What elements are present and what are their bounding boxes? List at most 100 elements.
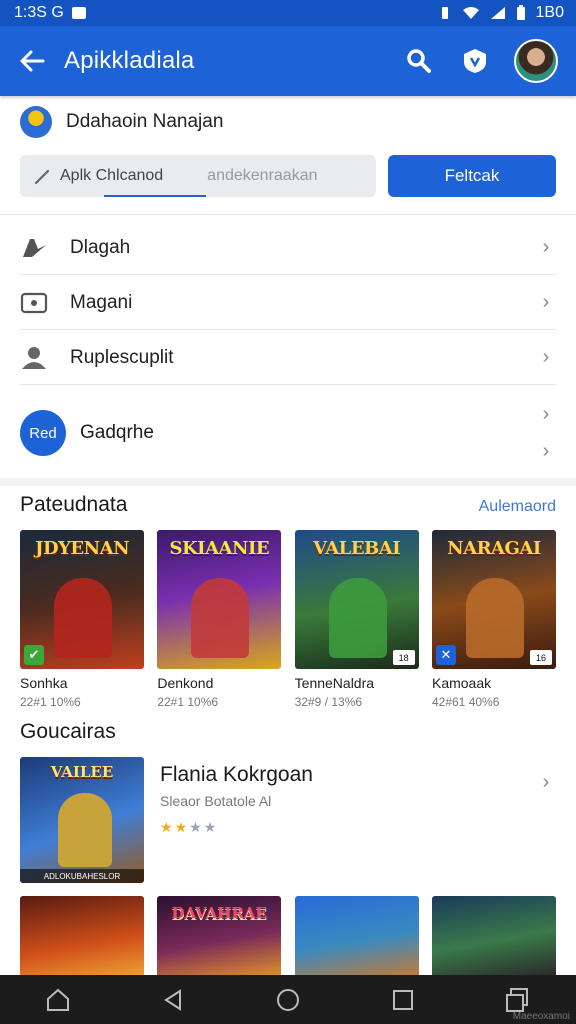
game-hero <box>54 578 112 658</box>
game-cover: SKIAANIE <box>157 530 282 669</box>
home-circle-button[interactable] <box>264 980 312 1020</box>
game-name: Kamoaak <box>431 675 492 691</box>
menu-item-label: Ruplescuplit <box>70 346 174 368</box>
menu-item-magani[interactable]: Magani › <box>20 276 556 330</box>
game-cover[interactable] <box>294 896 419 976</box>
fetch-button[interactable]: Feltcak <box>388 155 556 197</box>
section-title: Pateudnata <box>20 493 128 516</box>
game-cover-title: SKIAANIE <box>169 538 270 559</box>
featured-game-row[interactable]: VAILEE ADLOKUBAHESLOR Flania Kokrgoan Sl… <box>20 757 556 883</box>
game-hero <box>465 578 524 658</box>
check-icon: ✔ <box>24 645 44 665</box>
game-name: Sonhka <box>20 675 68 691</box>
featured-game-title: Flania Kokrgoan <box>160 763 313 786</box>
menu-item-label: Dlagah <box>70 236 131 258</box>
gadget-label: Gadqrhe <box>80 422 154 443</box>
user-group-icon <box>20 345 56 371</box>
notification-icon <box>71 7 86 19</box>
search-row: Aplk Chlcanod andekenraakan Feltcak <box>20 155 556 197</box>
home-button[interactable] <box>34 980 82 1020</box>
game-card[interactable]: NARAGAI ✕ 16 Kamoaak 42#61 40%6 <box>431 530 556 709</box>
featured-game-cover: VAILEE ADLOKUBAHESLOR <box>20 757 144 883</box>
game-cover: VALEBAI 18 <box>294 530 419 669</box>
search-input[interactable]: Aplk Chlcanod andekenraakan <box>20 155 376 197</box>
star-icon: ★ <box>203 819 217 835</box>
games-section-header: Goucairas <box>20 720 556 744</box>
game-grid: JDYENAN ✔ Sonhka 22#1 10%6 SKIAANIE Denk… <box>20 530 556 709</box>
game-cover: JDYENAN ✔ <box>20 530 144 669</box>
search-button[interactable] <box>402 44 436 78</box>
star-icon: ★ <box>189 819 202 835</box>
status-right-text: 1B0 <box>535 4 564 21</box>
triangle-back-icon <box>163 988 181 1011</box>
game-hero <box>328 578 387 658</box>
game-cover: NARAGAI ✕ 16 <box>431 530 556 669</box>
battery-icon <box>516 5 525 20</box>
game-cover-title: VALEBAI <box>313 538 401 559</box>
pencil-icon <box>34 169 50 185</box>
profile-row[interactable]: Ddahaoin Nanajan <box>20 106 223 138</box>
system-nav-bar: Maeeoxamoi <box>0 975 576 1024</box>
game-cover[interactable] <box>431 896 556 976</box>
chevron-right-icon: › <box>542 770 550 793</box>
game-cover-title: NARAGAI <box>447 538 541 559</box>
profile-avatar <box>20 106 52 138</box>
back-button[interactable] <box>0 26 64 96</box>
windows-icon <box>506 987 529 1012</box>
circle-icon <box>276 988 299 1011</box>
game-cover[interactable]: DAVAHRAE <box>157 896 282 976</box>
gadget-badge: Red <box>20 410 66 456</box>
star-icon: ★ <box>160 819 173 835</box>
age-rating-badge: 18 <box>392 650 415 665</box>
user-avatar[interactable] <box>514 39 558 83</box>
watermark: Maeeoxamoi <box>512 1011 570 1022</box>
tools-icon: ✕ <box>435 645 456 665</box>
recents-button[interactable] <box>379 980 427 1020</box>
game-hero <box>191 578 250 658</box>
age-rating-badge: 16 <box>529 650 552 665</box>
star-rating: ★ ★ ★ ★ <box>160 819 536 836</box>
media-box-icon <box>20 291 56 315</box>
menu-item-dlagah[interactable]: Dlagah › <box>20 221 556 275</box>
game-meta: 32#9 / 13%6 <box>294 695 363 709</box>
chevron-right-icon: › <box>542 291 550 313</box>
menu-item-gadget[interactable]: Red Gadqrhe › › <box>20 390 556 476</box>
search-value: Aplk Chlcanod <box>60 167 164 184</box>
game-card[interactable]: JDYENAN ✔ Sonhka 22#1 10%6 <box>20 530 144 709</box>
chevron-right-icon: › <box>542 346 550 368</box>
game-grid-partial: DAVAHRAE <box>20 896 556 976</box>
game-cover[interactable] <box>20 896 144 976</box>
popular-section-header: Pateudnata Aulemaord <box>20 493 556 517</box>
app-bar: Apikkladiala <box>0 26 576 96</box>
see-all-link[interactable]: Aulemaord <box>479 498 556 516</box>
back-nav-button[interactable] <box>149 980 197 1020</box>
game-cover-title: DAVAHRAE <box>171 904 268 922</box>
star-icon: ★ <box>174 819 188 835</box>
signal-icon <box>490 7 505 19</box>
shield-button[interactable] <box>458 44 492 78</box>
search-icon <box>407 49 431 73</box>
menu-item-ruplescuplit[interactable]: Ruplescuplit › <box>20 331 556 385</box>
chevron-right-icon: › <box>542 440 550 462</box>
featured-cover-title: VAILEE <box>50 763 114 781</box>
game-meta: 22#1 10%6 <box>20 695 81 709</box>
game-meta: 22#1 10%6 <box>157 695 219 709</box>
game-card[interactable]: SKIAANIE Denkond 22#1 10%6 <box>157 530 282 709</box>
featured-cover-caption: ADLOKUBAHESLOR <box>20 869 144 883</box>
menu-item-label: Magani <box>70 291 133 313</box>
game-card[interactable]: VALEBAI 18 TenneNaldra 32#9 / 13%6 <box>294 530 419 709</box>
profile-name: Ddahaoin Nanajan <box>66 111 224 132</box>
status-bar: 1:3S G 1B0 <box>0 0 576 26</box>
search-focus-underline <box>104 195 206 197</box>
game-name: TenneNaldra <box>294 675 375 691</box>
chevron-right-icon: › <box>542 403 550 425</box>
game-name: Denkond <box>157 675 214 691</box>
shield-icon <box>464 49 486 73</box>
arrow-left-icon <box>20 50 45 72</box>
divider <box>0 214 576 215</box>
square-icon <box>393 989 414 1010</box>
wifi-icon <box>462 7 479 19</box>
page-title: Apikkladiala <box>64 47 195 74</box>
status-time: 1:3S G <box>14 4 64 21</box>
app-screen: 1:3S G 1B0 Apikkladiala Ddahaoin Nanajan… <box>0 0 576 1024</box>
